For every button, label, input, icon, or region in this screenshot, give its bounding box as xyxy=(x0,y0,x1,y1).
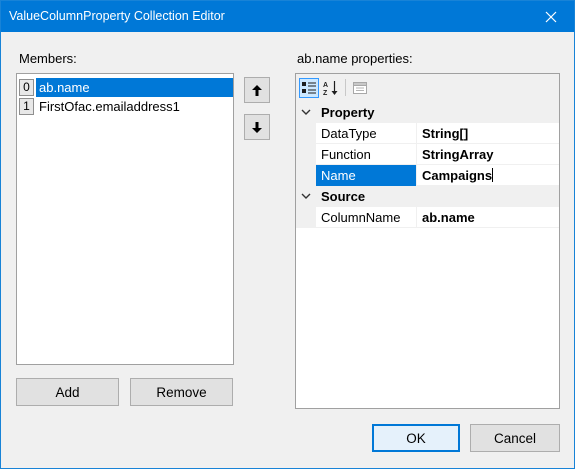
categorized-icon xyxy=(302,82,316,94)
property-name: Name xyxy=(316,165,416,186)
property-name: Function xyxy=(321,147,371,162)
property-pages-icon xyxy=(353,82,367,94)
categorized-button[interactable] xyxy=(299,78,319,98)
close-button[interactable] xyxy=(528,1,574,32)
property-grid-body: Property DataType String[] Function Stri… xyxy=(296,102,559,408)
properties-label: ab.name properties: xyxy=(297,51,413,66)
property-name: ColumnName xyxy=(321,210,401,225)
property-value[interactable]: StringArray xyxy=(417,144,559,165)
row-gutter xyxy=(296,165,316,186)
property-name: DataType xyxy=(321,126,377,141)
window-title: ValueColumnProperty Collection Editor xyxy=(9,9,225,23)
chevron-down-icon[interactable] xyxy=(300,105,312,119)
member-index: 0 xyxy=(19,79,34,96)
list-item[interactable]: 1 FirstOfac.emailaddress1 xyxy=(19,97,233,116)
remove-button[interactable]: Remove xyxy=(130,378,233,406)
move-down-button[interactable] xyxy=(244,114,270,140)
property-value[interactable]: String[] xyxy=(417,123,559,144)
collection-editor-dialog: ValueColumnProperty Collection Editor Me… xyxy=(0,0,575,469)
property-pages-button[interactable] xyxy=(350,78,370,98)
property-row-datatype[interactable]: DataType String[] xyxy=(296,123,559,144)
member-index: 1 xyxy=(19,98,34,115)
title-bar[interactable]: ValueColumnProperty Collection Editor xyxy=(1,1,574,32)
category-row-source[interactable]: Source xyxy=(296,186,559,207)
toolbar-separator xyxy=(345,79,346,96)
property-row-function[interactable]: Function StringArray xyxy=(296,144,559,165)
cancel-button[interactable]: Cancel xyxy=(470,424,560,452)
category-label: Source xyxy=(321,189,366,204)
property-grid-toolbar: A Z xyxy=(296,74,559,101)
arrow-down-icon xyxy=(252,121,262,133)
move-up-button[interactable] xyxy=(244,77,270,103)
row-gutter xyxy=(296,207,316,228)
property-row-name[interactable]: Name Campaigns xyxy=(296,165,559,186)
list-item[interactable]: 0 ab.name xyxy=(19,78,233,97)
svg-text:A: A xyxy=(323,82,328,89)
svg-text:Z: Z xyxy=(323,90,328,96)
property-value-editor[interactable]: Campaigns xyxy=(417,165,559,186)
property-row-columnname[interactable]: ColumnName ab.name xyxy=(296,207,559,228)
members-label: Members: xyxy=(19,51,77,66)
ok-button[interactable]: OK xyxy=(372,424,460,452)
row-gutter xyxy=(296,123,316,144)
member-label: ab.name xyxy=(36,78,233,97)
add-button[interactable]: Add xyxy=(16,378,119,406)
members-list[interactable]: 0 ab.name 1 FirstOfac.emailaddress1 xyxy=(16,73,234,365)
property-value[interactable]: ab.name xyxy=(417,207,559,228)
arrow-up-icon xyxy=(252,84,262,96)
category-row-property[interactable]: Property xyxy=(296,102,559,123)
alphabetical-icon: A Z xyxy=(323,81,338,96)
row-gutter xyxy=(296,144,316,165)
alphabetical-button[interactable]: A Z xyxy=(321,78,341,98)
property-grid: A Z Property DataType String[] Function … xyxy=(295,73,560,409)
property-value: Campaigns xyxy=(422,168,493,183)
member-label: FirstOfac.emailaddress1 xyxy=(39,99,180,114)
chevron-down-icon[interactable] xyxy=(300,189,312,203)
category-label: Property xyxy=(321,105,375,120)
close-icon xyxy=(545,11,557,22)
text-caret xyxy=(492,168,494,182)
